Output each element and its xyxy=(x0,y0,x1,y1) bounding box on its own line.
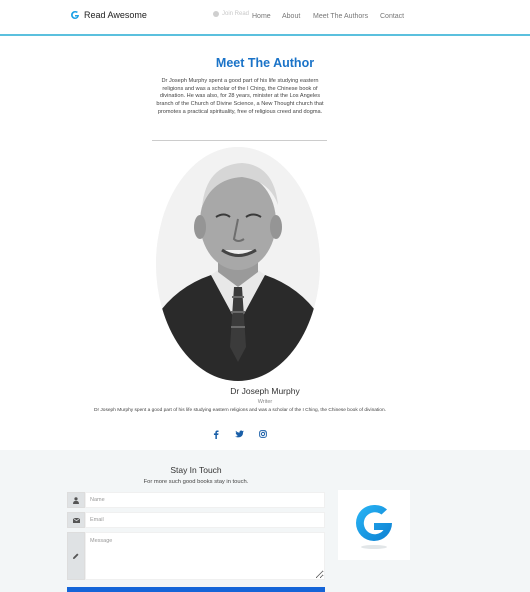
contact-title: Stay In Touch xyxy=(170,465,222,475)
author-portrait xyxy=(156,147,320,381)
faded-label: Join Read xyxy=(222,11,250,17)
pencil-icon xyxy=(67,532,85,580)
brand-logo-card xyxy=(338,490,410,560)
nav-meet-the-authors[interactable]: Meet The Authors xyxy=(313,13,368,20)
message-input[interactable] xyxy=(85,532,325,580)
user-icon xyxy=(67,492,85,508)
email-input[interactable] xyxy=(85,512,325,528)
author-photo-illustration xyxy=(156,147,320,381)
author-role: Writer xyxy=(257,399,273,405)
brand-name: Read Awesome xyxy=(84,10,147,20)
intro-divider xyxy=(152,140,327,141)
navbar: Read Awesome Join Read Home About Meet T… xyxy=(0,0,530,36)
section-title: Meet The Author xyxy=(215,56,315,70)
nav-contact[interactable]: Contact xyxy=(380,13,404,20)
faded-overlay-text: Join Read xyxy=(213,11,249,17)
author-intro: Dr Joseph Murphy spent a good part of hi… xyxy=(156,78,324,115)
brand[interactable]: Read Awesome xyxy=(70,10,147,20)
message-field-group xyxy=(67,532,325,580)
name-field-group xyxy=(67,492,325,508)
submit-button[interactable] xyxy=(67,587,325,592)
social-links xyxy=(0,429,530,441)
brand-logo-icon xyxy=(71,10,79,19)
twitter-icon[interactable] xyxy=(234,429,244,439)
facebook-icon[interactable] xyxy=(211,429,221,439)
nav-home[interactable]: Home xyxy=(252,13,271,20)
author-name: Dr Joseph Murphy xyxy=(230,386,300,396)
navbar-divider xyxy=(0,34,530,36)
faded-dot-icon xyxy=(213,11,219,17)
author-bio: Dr Joseph Murphy spent a good part of hi… xyxy=(94,408,386,413)
contact-subtitle: For more such good books stay in touch. xyxy=(143,479,249,485)
nav-about[interactable]: About xyxy=(282,13,300,20)
email-field-group xyxy=(67,512,325,528)
instagram-icon[interactable] xyxy=(258,429,268,439)
large-brand-logo-icon xyxy=(356,504,392,549)
name-input[interactable] xyxy=(85,492,325,508)
envelope-icon xyxy=(67,512,85,528)
